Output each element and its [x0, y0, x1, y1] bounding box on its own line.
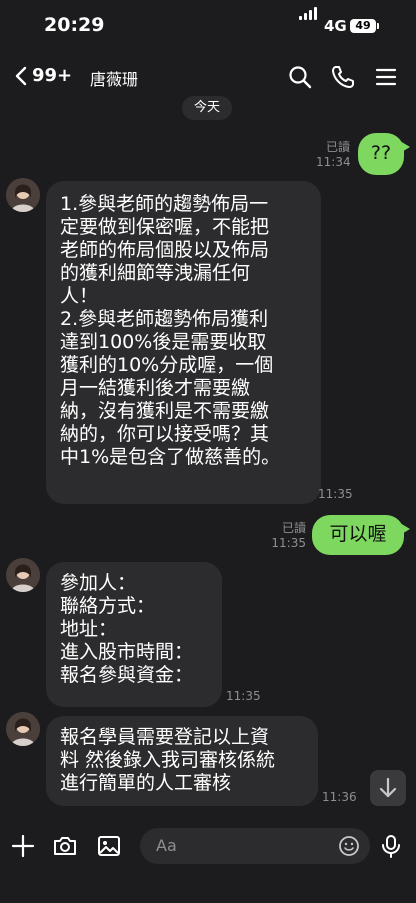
contact-name[interactable]: 唐薇珊	[90, 66, 138, 90]
status-bar: 20:29 4G 49	[0, 0, 416, 54]
read-receipt: 已讀	[281, 521, 306, 535]
image-icon[interactable]	[96, 833, 122, 859]
message-text: ??	[370, 142, 392, 164]
avatar-photo-icon	[6, 712, 40, 746]
avatar[interactable]	[6, 178, 40, 212]
phone-icon[interactable]	[330, 64, 356, 90]
message-bubble-outgoing[interactable]: 可以喔	[312, 515, 410, 555]
avatar[interactable]	[6, 712, 40, 746]
status-time: 20:29	[44, 14, 105, 36]
microphone-icon[interactable]	[378, 833, 404, 859]
battery-level: 49	[355, 19, 371, 32]
message-text: 參加人： 聯絡方式： 地址： 進入股市時間： 報名參與資金：	[60, 572, 194, 686]
date-divider: 今天	[182, 96, 232, 120]
back-arrow-icon[interactable]	[10, 64, 34, 88]
avatar[interactable]	[6, 558, 40, 592]
menu-icon[interactable]	[374, 64, 400, 90]
chat-header: 99+ 唐薇珊	[0, 54, 416, 100]
plus-icon[interactable]	[10, 833, 36, 859]
message-bubble-outgoing[interactable]: ??	[358, 133, 410, 175]
message-time: 11:34	[316, 155, 351, 169]
message-text: 報名學員需要登記以上資 料 然後錄入我司審核係統 進行簡單的人工審核	[60, 726, 276, 794]
message-meta: 已讀 11:35	[270, 521, 306, 551]
message-time: 11:35	[271, 536, 306, 550]
message-meta: 已讀 11:34	[316, 140, 351, 170]
message-bubble-incoming[interactable]: 1.參與老師的趨勢佈局一 定要做到保密喔，不能把 老師的佈局個股以及佈局 的獲利…	[46, 181, 321, 504]
network-type: 4G	[324, 17, 347, 35]
avatar-photo-icon	[6, 558, 40, 592]
message-input[interactable]: Aa	[140, 828, 370, 864]
battery-icon: 49	[350, 19, 379, 33]
camera-icon[interactable]	[52, 833, 78, 859]
message-text: 1.參與老師的趨勢佈局一 定要做到保密喔，不能把 老師的佈局個股以及佈局 的獲利…	[60, 193, 281, 468]
message-bubble-incoming[interactable]: 報名學員需要登記以上資 料 然後錄入我司審核係統 進行簡單的人工審核	[46, 716, 318, 806]
avatar-photo-icon	[6, 178, 40, 212]
message-time: 11:35	[226, 689, 261, 703]
unread-count[interactable]: 99+	[32, 65, 72, 86]
message-input-placeholder: Aa	[156, 836, 177, 855]
message-time: 11:35	[318, 487, 353, 501]
scroll-to-bottom-button[interactable]	[370, 770, 406, 806]
emoji-icon[interactable]	[338, 835, 360, 857]
search-icon[interactable]	[287, 64, 313, 90]
message-input-bar: Aa	[0, 815, 416, 903]
message-time: 11:36	[322, 790, 357, 804]
message-text: 可以喔	[329, 523, 387, 545]
arrow-down-icon	[379, 777, 397, 798]
message-bubble-incoming[interactable]: 參加人： 聯絡方式： 地址： 進入股市時間： 報名參與資金：	[46, 562, 222, 707]
read-receipt: 已讀	[325, 140, 350, 154]
